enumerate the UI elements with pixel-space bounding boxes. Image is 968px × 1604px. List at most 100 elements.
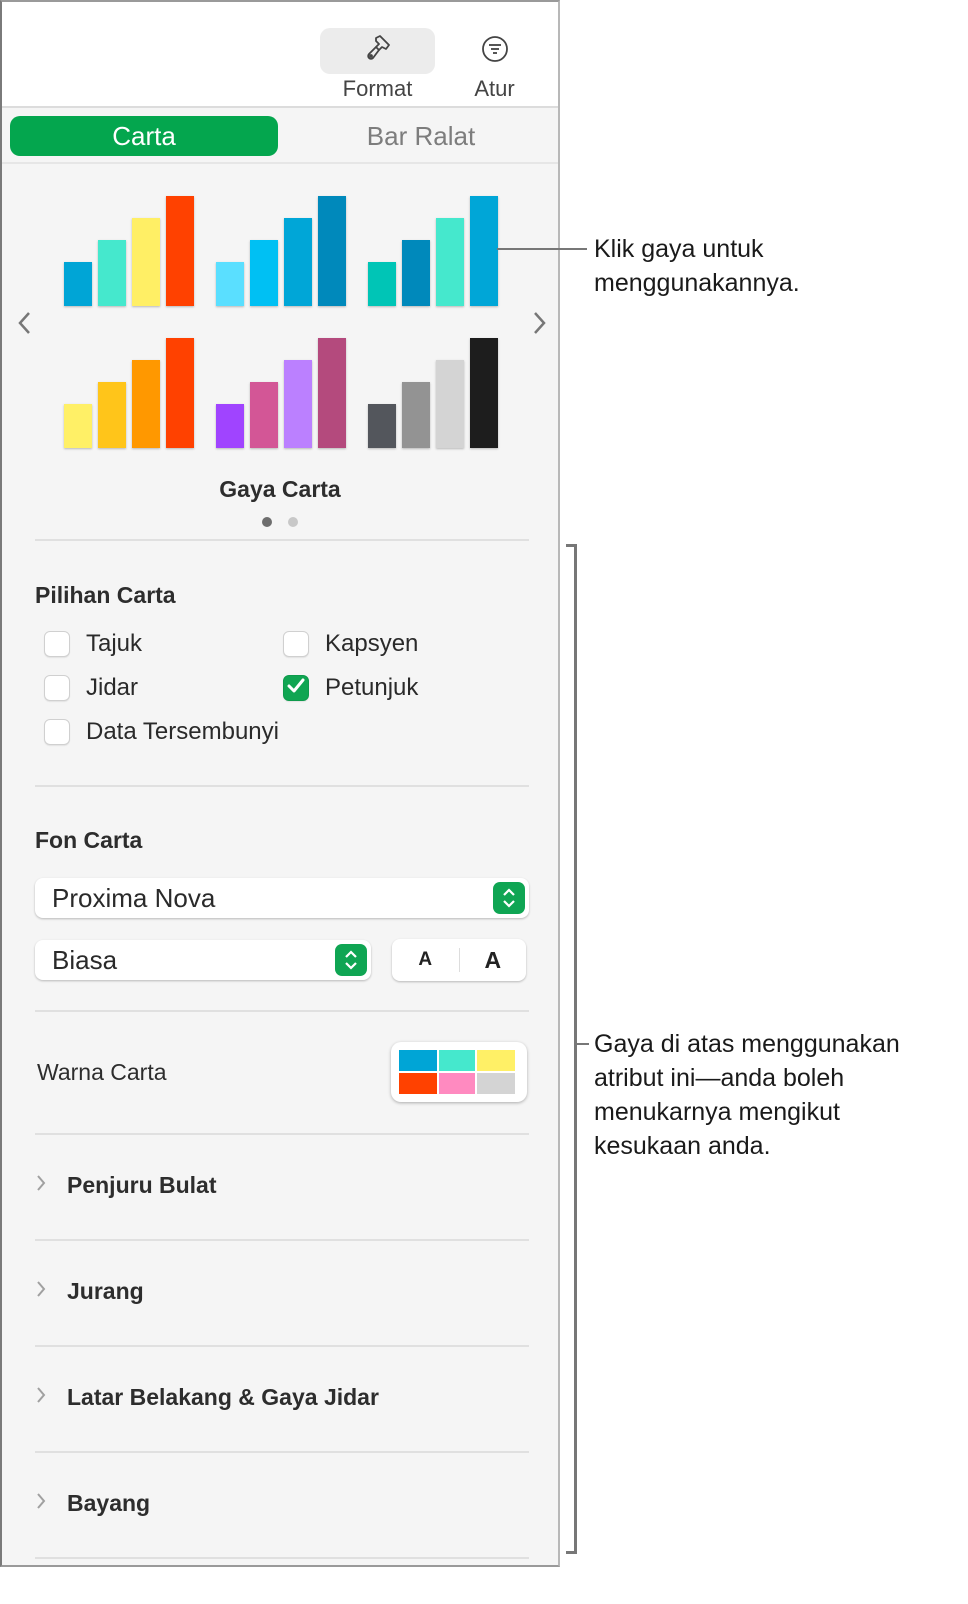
style-bar <box>470 338 498 448</box>
callout-styles: Klik gaya untuk menggunakannya. <box>594 235 800 297</box>
style-bar <box>166 196 194 306</box>
checkbox-box[interactable] <box>283 675 309 701</box>
font-style-popup[interactable]: Biasa <box>35 940 371 980</box>
next-styles-button[interactable] <box>530 309 548 344</box>
font-size-control: A A <box>392 939 526 981</box>
color-swatch <box>477 1050 515 1071</box>
increase-font-size-button[interactable]: A <box>460 947 527 974</box>
disclosure-gap[interactable]: Jurang <box>35 1278 529 1305</box>
style-bar <box>402 240 430 306</box>
style-bar <box>284 360 312 448</box>
chart-style-thumbnail[interactable] <box>216 194 348 306</box>
style-bar <box>436 218 464 306</box>
chart-style-thumbnail[interactable] <box>64 336 196 448</box>
disclosure-rounded-corners[interactable]: Penjuru Bulat <box>35 1172 529 1199</box>
checkbox-hidden-data[interactable]: Data Tersembunyi <box>44 718 279 746</box>
callout-bracket-bottom <box>566 1551 577 1554</box>
divider <box>35 1345 529 1347</box>
style-bar <box>250 382 278 448</box>
color-swatch <box>399 1050 437 1071</box>
tab-error-bars[interactable]: Bar Ralat <box>287 116 555 156</box>
page-dot-2[interactable] <box>288 517 298 527</box>
chart-options-title: Pilihan Carta <box>35 582 176 608</box>
style-bar <box>216 262 244 306</box>
style-bar <box>368 262 396 306</box>
divider <box>35 785 529 787</box>
chevron-right-icon <box>35 1173 55 1199</box>
format-button-label: Format <box>342 76 413 101</box>
checkbox-title[interactable]: Tajuk <box>44 630 142 658</box>
chart-style-thumbnail[interactable] <box>64 194 196 306</box>
chart-colors-label: Warna Carta <box>37 1059 167 1085</box>
checkbox-label: Kapsyen <box>325 630 419 657</box>
chevron-right-icon <box>35 1491 55 1517</box>
paintbrush-icon <box>363 34 393 69</box>
style-bar <box>318 338 346 448</box>
format-button[interactable]: Format <box>320 28 435 104</box>
page-dot-1[interactable] <box>262 517 272 527</box>
divider <box>35 1451 529 1453</box>
disclosure-label: Penjuru Bulat <box>67 1172 217 1198</box>
format-sidebar: Format Atur Carta Bar Ralat Gaya Carta P… <box>0 0 560 1567</box>
decrease-font-size-button[interactable]: A <box>392 949 459 971</box>
divider <box>35 1239 529 1241</box>
checkbox-legend[interactable]: Petunjuk <box>283 674 418 702</box>
checkbox-label: Petunjuk <box>325 674 419 701</box>
callout-bracket <box>574 544 577 1554</box>
tab-bar: Carta Bar Ralat <box>2 108 558 164</box>
checkmark-icon <box>287 678 305 699</box>
style-bar <box>64 404 92 448</box>
disclosure-background-border[interactable]: Latar Belakang & Gaya Jidar <box>35 1384 529 1411</box>
checkbox-label: Tajuk <box>86 630 143 657</box>
divider <box>35 1557 529 1559</box>
chart-colors-button[interactable] <box>391 1042 527 1102</box>
chart-font-title: Fon Carta <box>35 827 143 853</box>
arrange-button-label: Atur <box>474 76 515 101</box>
previous-styles-button[interactable] <box>16 309 34 344</box>
inspector-toolbar: Format Atur <box>2 2 558 108</box>
chevron-right-icon <box>35 1385 55 1411</box>
chart-style-thumbnail[interactable] <box>368 336 500 448</box>
font-family-value: Proxima Nova <box>52 882 216 913</box>
divider <box>35 539 529 541</box>
checkbox-caption[interactable]: Kapsyen <box>283 630 418 658</box>
checkbox-box[interactable] <box>44 631 70 657</box>
disclosure-label: Latar Belakang & Gaya Jidar <box>67 1384 379 1410</box>
color-swatch <box>439 1050 475 1071</box>
checkbox-box[interactable] <box>44 675 70 701</box>
checkbox-box[interactable] <box>44 719 70 745</box>
chart-styles-title: Gaya Carta <box>219 476 341 502</box>
callout-attributes: Gaya di atas menggunakan atribut ini—and… <box>594 1030 900 1160</box>
disclosure-shadow[interactable]: Bayang <box>35 1490 529 1517</box>
checkbox-label: Data Tersembunyi <box>86 718 279 745</box>
font-family-popup[interactable]: Proxima Nova <box>35 878 529 918</box>
style-bar <box>470 196 498 306</box>
chart-style-thumbnail[interactable] <box>368 194 500 306</box>
arrange-icon <box>480 34 510 69</box>
chart-styles-section: Gaya Carta <box>2 164 558 534</box>
style-bar <box>436 360 464 448</box>
callout-leader-line <box>497 248 587 250</box>
disclosure-label: Bayang <box>67 1490 151 1516</box>
chevron-left-icon <box>16 312 34 343</box>
divider <box>35 1133 529 1135</box>
font-style-value: Biasa <box>52 944 118 975</box>
style-bar <box>64 262 92 306</box>
divider <box>35 1010 529 1012</box>
color-swatch-grid <box>399 1050 515 1094</box>
tab-chart[interactable]: Carta <box>10 116 278 156</box>
checkbox-label: Jidar <box>86 674 139 701</box>
style-bar <box>98 382 126 448</box>
page-indicator <box>2 514 558 532</box>
color-swatch <box>399 1073 437 1094</box>
style-bar <box>402 382 430 448</box>
arrange-button[interactable]: Atur <box>452 28 537 104</box>
style-bar <box>132 218 160 306</box>
color-swatch <box>477 1073 515 1094</box>
chevron-right-icon <box>530 312 548 343</box>
checkbox-box[interactable] <box>283 631 309 657</box>
checkbox-border[interactable]: Jidar <box>44 674 138 702</box>
style-bar <box>166 338 194 448</box>
chart-style-thumbnail[interactable] <box>216 336 348 448</box>
style-bar <box>368 404 396 448</box>
